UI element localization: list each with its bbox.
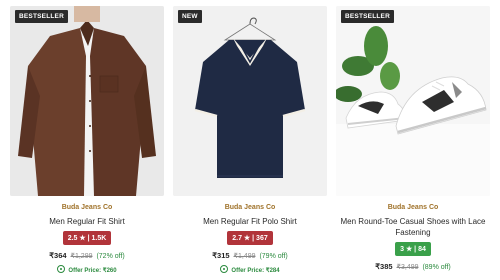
product-card[interactable]: BESTSELLER Buda Jeans Co Men Round-Toe C… (336, 6, 490, 276)
product-image[interactable]: BESTSELLER (336, 6, 490, 196)
product-image[interactable]: NEW (173, 6, 327, 196)
product-grid: BESTSELLER Buda Jeans Co Men Regular Fit… (0, 0, 500, 280)
offer-text: Offer Price: ₹260 (68, 268, 117, 274)
price-row: ₹315 ₹1,499 (79% off) (173, 251, 327, 260)
product-title[interactable]: Men Regular Fit Polo Shirt (173, 216, 327, 227)
new-badge: NEW (178, 10, 202, 23)
price: ₹315 (212, 251, 230, 260)
mrp: ₹1,299 (70, 253, 93, 260)
price: ₹385 (375, 262, 393, 271)
product-title[interactable]: Men Round-Toe Casual Shoes with Lace Fas… (336, 216, 490, 238)
rating-badge: 3 ★ | 84 (395, 242, 431, 256)
offer-tag-icon (220, 265, 229, 273)
navy-polo-image (173, 6, 327, 196)
offer-tag-icon (57, 265, 66, 273)
brown-shirt-image (10, 6, 164, 196)
product-card[interactable]: NEW Buda Jeans Co Men Regular Fit Polo S… (173, 6, 327, 276)
discount: (79% off) (259, 253, 288, 260)
offer-price: Offer Price: ₹284 (173, 265, 327, 274)
brand-name: Buda Jeans Co (387, 204, 439, 211)
rating-badge: 2.7 ★ | 367 (227, 231, 273, 245)
price-row: ₹385 ₹3,499 (89% off) (336, 262, 490, 271)
mrp: ₹1,499 (233, 253, 256, 260)
shoes-image (336, 6, 490, 196)
price-row: ₹364 ₹1,299 (72% off) (10, 251, 164, 260)
brand-name: Buda Jeans Co (224, 204, 276, 211)
discount: (89% off) (422, 264, 451, 271)
discount: (72% off) (96, 253, 125, 260)
rating-badge: 2.5 ★ | 1.5K (62, 231, 112, 245)
offer-text: Offer Price: ₹284 (231, 268, 280, 274)
bestseller-badge: BESTSELLER (341, 10, 394, 23)
brand-name: Buda Jeans Co (61, 204, 113, 211)
price: ₹364 (49, 251, 67, 260)
product-title[interactable]: Men Regular Fit Shirt (10, 216, 164, 227)
product-image[interactable]: BESTSELLER (10, 6, 164, 196)
mrp: ₹3,499 (396, 264, 419, 271)
offer-price: Offer Price: ₹260 (10, 265, 164, 274)
product-card[interactable]: BESTSELLER Buda Jeans Co Men Regular Fit… (10, 6, 164, 276)
bestseller-badge: BESTSELLER (15, 10, 68, 23)
